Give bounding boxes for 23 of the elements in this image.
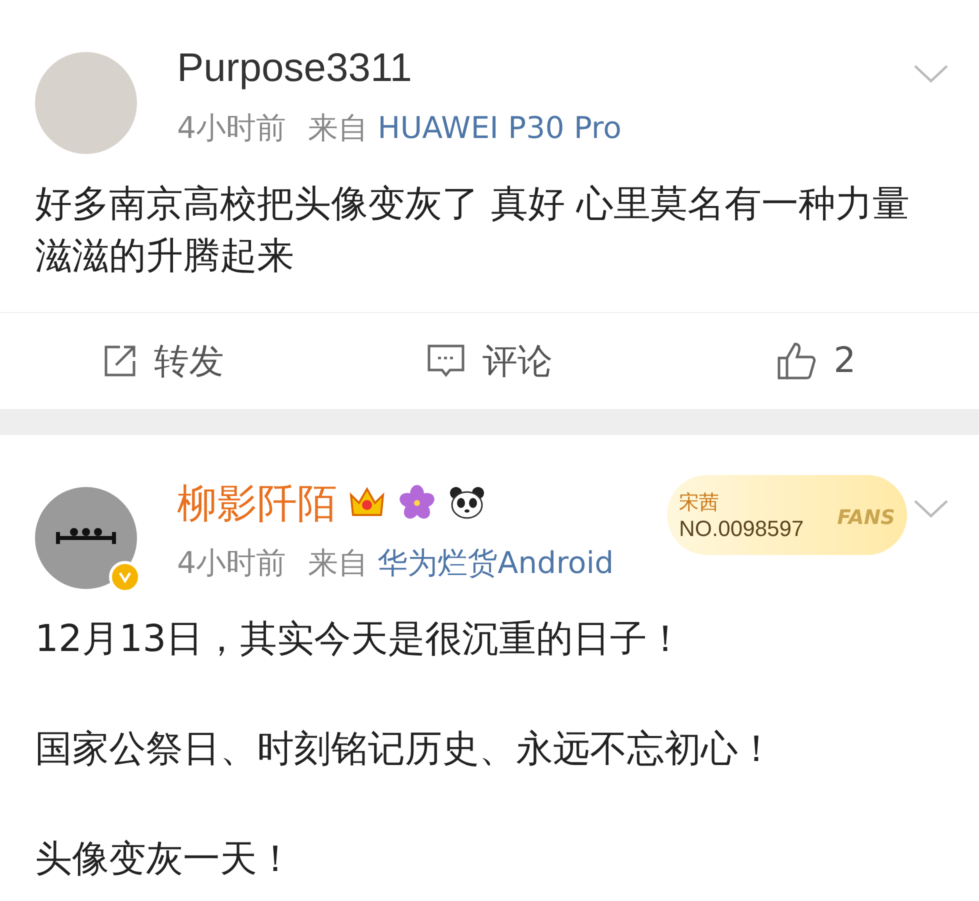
repost-button[interactable]: 转发 [0,338,326,384]
like-button[interactable]: 2 [652,341,979,381]
source-link[interactable]: HUAWEI P30 Pro [378,111,622,146]
post-time: 4小时前 [177,110,286,148]
flower-icon [397,485,437,521]
chevron-down-icon[interactable] [913,499,949,519]
author-name[interactable]: Purpose3311 [177,46,412,90]
post-text: 国家公祭日、时刻铭记历史、永远不忘初心！ [35,726,776,772]
source-label: 来自 [308,546,368,581]
comment-button[interactable]: 评论 [326,338,653,384]
source-label: 来自 [308,111,368,146]
fan-card[interactable]: 宋茜 NO.0098597 FANS [667,475,907,555]
source-link[interactable]: 华为烂货Android [378,546,614,581]
post-time: 4小时前 [177,545,286,583]
thumbs-up-icon [776,341,818,381]
post-text: 12月13日，其实今天是很沉重的日子！ [35,616,686,662]
chevron-down-icon[interactable] [913,64,949,84]
panda-icon [447,485,487,521]
post-text: 好多南京高校把头像变灰了 真好 心里莫名有一种力量滋滋的升腾起来 [35,181,911,279]
share-icon [102,343,138,379]
comment-icon [426,343,466,379]
post-text: 头像变灰一天！ [35,836,295,882]
check-v-icon [118,571,132,583]
